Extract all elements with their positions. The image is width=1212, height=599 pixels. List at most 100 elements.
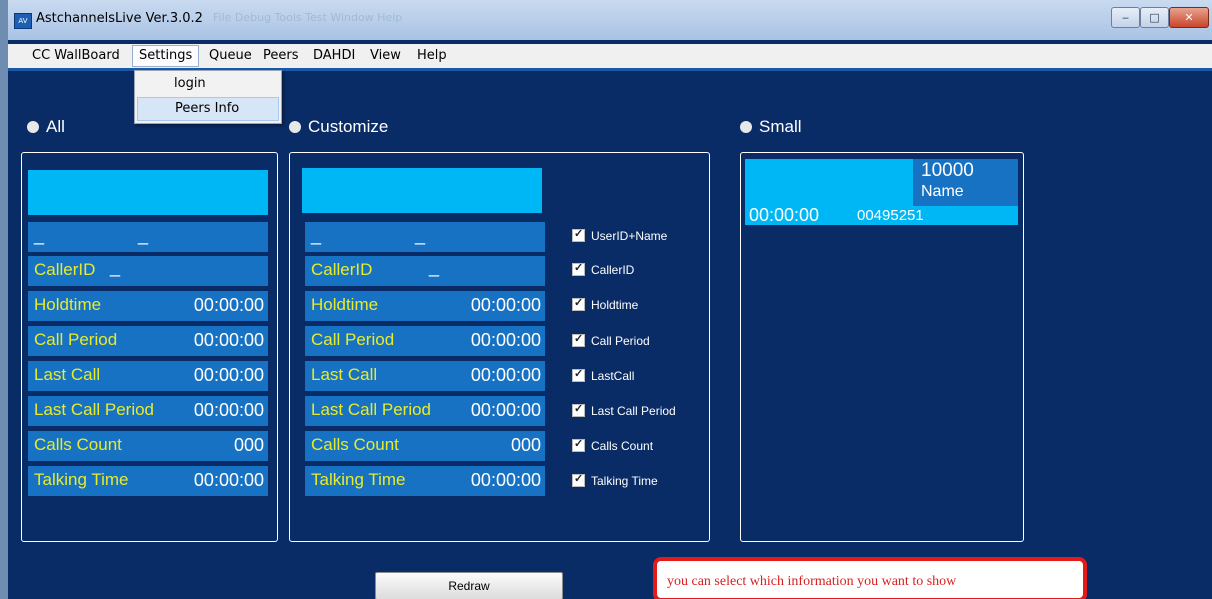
checkbox-icon <box>572 261 585 276</box>
dropdown-item-label: Peers Info <box>175 101 240 116</box>
row-value: 000 <box>510 435 541 455</box>
row-label: Holdtime <box>311 295 379 314</box>
checkbox-label: Talking Time <box>591 474 658 488</box>
menu-dahdi[interactable]: DAHDI <box>307 46 361 66</box>
row-label: Calls Count <box>34 435 122 454</box>
row-value: 00:00:00 <box>193 400 264 420</box>
row-value: 00:00:00 <box>193 365 264 385</box>
dash-text: _ <box>110 257 121 277</box>
small-number: 00495251 <box>857 207 924 224</box>
row-value: 00:00:00 <box>470 330 541 350</box>
userid-box <box>28 170 268 215</box>
title-bar: AV AstchannelsLive Ver.3.0.2 File Debug … <box>8 0 1212 40</box>
radio-all[interactable]: All <box>27 117 65 137</box>
radio-label: Customize <box>308 117 389 136</box>
minimize-button[interactable]: ‒ <box>1111 7 1140 28</box>
small-name: Name <box>921 183 964 200</box>
row-label: CallerID <box>34 260 96 279</box>
call-period-row: Call Period 00:00:00 <box>28 326 268 356</box>
dash-text: _ <box>429 257 440 277</box>
dropdown-item-peers-info[interactable]: Peers Info <box>137 97 279 121</box>
row-label: Talking Time <box>311 470 406 489</box>
checkbox-holdtime[interactable]: Holdtime <box>572 296 639 312</box>
checkbox-callerid[interactable]: CallerID <box>572 261 635 277</box>
checkbox-talking-time[interactable]: Talking Time <box>572 472 658 488</box>
row-value: 00:00:00 <box>470 295 541 315</box>
radio-label: Small <box>759 117 802 136</box>
last-call-period-row: Last Call Period 00:00:00 <box>305 396 545 426</box>
last-call-period-row: Last Call Period 00:00:00 <box>28 396 268 426</box>
small-time: 00:00:00 <box>749 205 820 225</box>
row-value: 00:00:00 <box>470 470 541 490</box>
small-userid-box: 10000 Name <box>913 159 1018 206</box>
small-info-row: 00:00:00 00495251 <box>745 205 1018 225</box>
row-value: 00:00:00 <box>193 295 264 315</box>
radio-dot <box>740 121 752 133</box>
holdtime-row: Holdtime 00:00:00 <box>305 291 545 321</box>
row-label: Call Period <box>311 330 395 349</box>
checkbox-label: Call Period <box>591 334 650 348</box>
checkbox-label: CallerID <box>591 263 635 277</box>
radio-small[interactable]: Small <box>740 117 802 137</box>
row-label: Talking Time <box>34 470 129 489</box>
last-call-row: Last Call 00:00:00 <box>305 361 545 391</box>
checkbox-userid-name[interactable]: UserID+Name <box>572 227 668 243</box>
calls-count-row: Calls Count 000 <box>28 431 268 461</box>
name-row: _ _ <box>305 222 545 252</box>
row-value: 00:00:00 <box>470 400 541 420</box>
holdtime-row: Holdtime 00:00:00 <box>28 291 268 321</box>
callerid-row: CallerID _ <box>28 256 268 286</box>
menu-bar: CC WallBoard Settings Queue Peers DAHDI … <box>8 44 1212 71</box>
dropdown-item-login[interactable]: login <box>137 73 277 95</box>
checkbox-label: LastCall <box>591 369 635 383</box>
small-userid: 10000 <box>921 160 974 181</box>
name-row: _ _ <box>28 222 268 252</box>
row-label: Last Call Period <box>34 400 155 419</box>
radio-customize[interactable]: Customize <box>289 117 388 137</box>
checkbox-lastcall[interactable]: LastCall <box>572 367 635 383</box>
menu-peers[interactable]: Peers <box>257 46 305 66</box>
checkbox-icon <box>572 437 585 452</box>
dash-text: _ <box>138 225 149 245</box>
row-value: 00:00:00 <box>470 365 541 385</box>
dropdown-item-label: login <box>174 76 206 91</box>
menu-view[interactable]: View <box>364 46 407 66</box>
redraw-button[interactable]: Redraw <box>375 572 563 599</box>
radio-dot <box>289 121 301 133</box>
row-label: Last Call <box>34 365 101 384</box>
call-period-row: Call Period 00:00:00 <box>305 326 545 356</box>
checkbox-icon <box>572 227 585 242</box>
dash-text: _ <box>34 225 45 245</box>
checkbox-icon <box>572 402 585 417</box>
radio-label: All <box>46 117 65 136</box>
checkbox-icon <box>572 472 585 487</box>
checkbox-label: Calls Count <box>591 439 654 453</box>
menu-cc-wallboard[interactable]: CC WallBoard <box>26 46 126 66</box>
checkbox-icon <box>572 367 585 382</box>
close-button[interactable]: ✕ <box>1169 7 1209 28</box>
row-value: 00:00:00 <box>193 330 264 350</box>
row-value: 000 <box>233 435 264 455</box>
checkbox-label: Holdtime <box>591 298 639 312</box>
checkbox-last-call-period[interactable]: Last Call Period <box>572 402 676 418</box>
last-call-row: Last Call 00:00:00 <box>28 361 268 391</box>
menu-queue[interactable]: Queue <box>203 46 258 66</box>
talking-time-row: Talking Time 00:00:00 <box>28 466 268 496</box>
menu-settings[interactable]: Settings <box>132 45 200 67</box>
row-label: Calls Count <box>311 435 399 454</box>
app-window: AV AstchannelsLive Ver.3.0.2 File Debug … <box>8 0 1212 599</box>
callout-note: you can select which information you wan… <box>653 557 1087 599</box>
maximize-button[interactable]: □ <box>1140 7 1169 28</box>
callout-text: you can select which information you wan… <box>667 574 957 589</box>
row-label: Last Call <box>311 365 378 384</box>
checkbox-label: Last Call Period <box>591 404 676 418</box>
app-icon: AV <box>14 13 32 29</box>
checkbox-call-period[interactable]: Call Period <box>572 332 650 348</box>
userid-box <box>302 168 542 213</box>
checkbox-label: UserID+Name <box>591 229 668 243</box>
checkbox-icon <box>572 332 585 347</box>
checkbox-calls-count[interactable]: Calls Count <box>572 437 654 453</box>
menu-help[interactable]: Help <box>411 46 453 66</box>
ghost-menu-text: File Debug Tools Test Window Help <box>213 11 403 24</box>
checkbox-icon <box>572 296 585 311</box>
